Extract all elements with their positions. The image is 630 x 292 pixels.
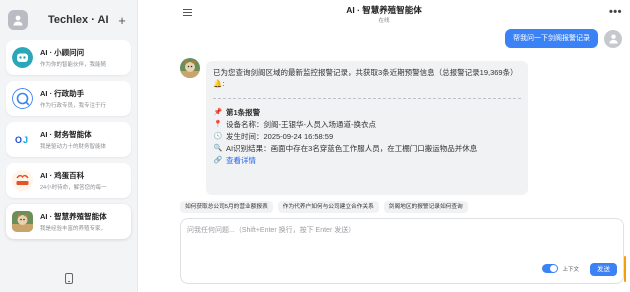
agent-desc: 我是驱动力十的财务智能体	[40, 144, 107, 150]
message-composer: 上下文 发送	[180, 218, 624, 284]
magnifier-icon: 🔍	[213, 145, 223, 152]
user-avatar-icon[interactable]	[8, 10, 28, 30]
agent-name: AI · 行政助手	[40, 89, 85, 98]
ai-result: AI识别结果：画面中存在3名穿蓝色工作服人员，在工棚门口搬运物品并休息	[226, 144, 478, 153]
alarm-title: 第1条报警	[226, 108, 261, 117]
context-label: 上下文	[562, 266, 579, 273]
suggestion-chip[interactable]: 如何获取总公司5月的营业额报表	[180, 201, 273, 213]
app-window: Techlex · AI + AI · 小顾问问 作为你的智能伙伴，我能随 AI…	[0, 0, 630, 292]
user-message-row: 帮我问一下剑阁报警记录	[505, 29, 622, 48]
bot-intro: 已为您查询剑阁区域的最新监控报警记录，共获取3条近期预警信息（总报警记录19,3…	[213, 68, 518, 77]
finance-icon: OJ	[12, 129, 33, 150]
agent-desc: 作为你的智能伙伴，我能随	[40, 62, 107, 68]
agent-item-admin[interactable]: AI · 行政助手 作为行政专员，我专注于行	[6, 81, 131, 116]
app-title: Techlex · AI	[48, 14, 109, 26]
agent-item-xiaoguwen[interactable]: AI · 小顾问问 作为你的智能伙伴，我能随	[6, 40, 131, 75]
suggestion-chip[interactable]: 作为代养户如何与公司建立合作关系	[277, 201, 379, 213]
bell-line: 🔔:	[213, 79, 225, 88]
user-message: 帮我问一下剑阁报警记录	[505, 29, 598, 48]
send-button[interactable]: 发送	[590, 263, 617, 276]
suggestion-chip[interactable]: 剑阁地区的报警记录如何查询	[383, 201, 468, 213]
chat-title: AI · 智慧养殖智能体	[346, 5, 422, 15]
robot-icon	[12, 47, 33, 68]
chat-main: AI · 智慧养殖智能体 在线 ••• 帮我问一下剑阁报警记录 已为您查询剑阁区…	[138, 0, 630, 292]
sidebar-header: Techlex · AI +	[0, 0, 137, 40]
agent-name: AI · 财务智能体	[40, 130, 92, 139]
svg-text:J: J	[23, 135, 28, 145]
suggestion-chips: 如何获取总公司5月的营业额报表 作为代养户如何与公司建立合作关系 剑阁地区的报警…	[180, 201, 473, 213]
divider	[213, 98, 521, 99]
agent-item-finance[interactable]: OJ AI · 财务智能体 我是驱动力十的财务智能体	[6, 122, 131, 157]
sidebar-footer	[0, 264, 137, 292]
toggle-switch[interactable]	[542, 264, 559, 273]
agent-desc: 作为行政专员，我专注于行	[40, 103, 107, 109]
admin-assistant-icon	[12, 88, 33, 109]
farming-agent-icon	[12, 211, 33, 232]
agent-item-farming[interactable]: AI · 智慧养殖智能体 我是经验丰富的养殖专家，	[6, 204, 131, 239]
location-pin-icon: 📍	[213, 121, 223, 128]
pin-icon: 📌	[213, 109, 223, 116]
context-toggle[interactable]: 上下文	[542, 264, 579, 273]
mobile-phone-icon[interactable]	[64, 272, 73, 284]
agent-desc: 我是经验丰富的养殖专家，	[40, 226, 107, 232]
sidebar: Techlex · AI + AI · 小顾问问 作为你的智能伙伴，我能随 AI…	[0, 0, 138, 292]
agent-name: AI · 智慧养殖智能体	[40, 212, 107, 221]
link-icon: 🔗	[213, 157, 223, 164]
svg-text:O: O	[15, 135, 22, 145]
bot-message: 已为您查询剑阁区域的最新监控报警记录，共获取3条近期预警信息（总报警记录19,3…	[206, 61, 528, 195]
message-input[interactable]	[187, 225, 617, 253]
agent-list: AI · 小顾问问 作为你的智能伙伴，我能随 AI · 行政助手 作为行政专员，…	[0, 40, 137, 239]
agent-item-egg[interactable]: AI · 鸡蛋百科 24小时待命，解答您的每一	[6, 163, 131, 198]
scrollbar-indicator[interactable]	[624, 256, 626, 282]
new-chat-button[interactable]: +	[115, 13, 129, 28]
agent-desc: 24小时待命，解答您的每一	[40, 185, 107, 191]
more-options-icon[interactable]: •••	[609, 6, 622, 18]
device-name: 设备名称：剑阁-王银华-人员入场通道-换衣点	[226, 120, 376, 129]
chat-header: AI · 智慧养殖智能体 在线 •••	[138, 0, 630, 28]
event-time: 发生时间：2025-09-24 16:58:59	[226, 132, 334, 141]
egg-logo-icon	[12, 170, 33, 191]
view-details-link[interactable]: 查看详情	[226, 155, 256, 167]
bot-avatar-icon	[180, 58, 200, 78]
clock-icon: 🕓	[213, 133, 223, 140]
user-avatar-icon	[604, 29, 622, 48]
online-status: 在线	[378, 18, 390, 24]
agent-name: AI · 鸡蛋百科	[40, 171, 85, 180]
agent-name: AI · 小顾问问	[40, 48, 85, 57]
